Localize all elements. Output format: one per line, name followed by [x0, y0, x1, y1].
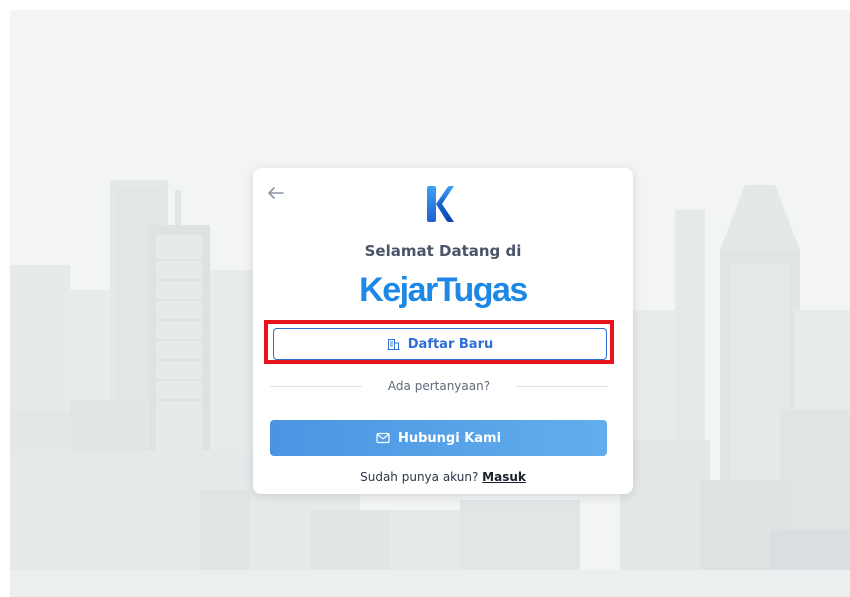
brand-logo-text: KejarTugas — [359, 271, 528, 309]
register-button-label: Daftar Baru — [407, 336, 494, 352]
welcome-heading: Selamat Datang di — [364, 242, 522, 260]
register-button[interactable]: Daftar Baru — [273, 328, 607, 360]
contact-button-label: Hubungi Kami — [397, 430, 502, 446]
welcome-card: Selamat Datang di KejarTugas Daftar Baru… — [253, 168, 633, 494]
back-button[interactable] — [265, 182, 287, 204]
login-link[interactable]: Masuk — [482, 470, 526, 484]
contact-button[interactable]: Hubungi Kami — [270, 420, 607, 456]
k-logo-icon — [423, 186, 455, 222]
login-prompt-text: Sudah punya akun? — [360, 470, 479, 484]
arrow-left-icon — [268, 187, 284, 199]
mail-icon — [376, 432, 390, 444]
divider: Ada pertanyaan? — [270, 377, 609, 395]
login-prompt: Sudah punya akun? Masuk — [253, 470, 633, 484]
divider-line-left — [270, 385, 362, 387]
divider-line-right — [516, 385, 609, 387]
divider-question-text: Ada pertanyaan? — [387, 379, 491, 393]
building-icon — [387, 338, 400, 350]
page-background: Selamat Datang di KejarTugas Daftar Baru… — [10, 10, 850, 597]
